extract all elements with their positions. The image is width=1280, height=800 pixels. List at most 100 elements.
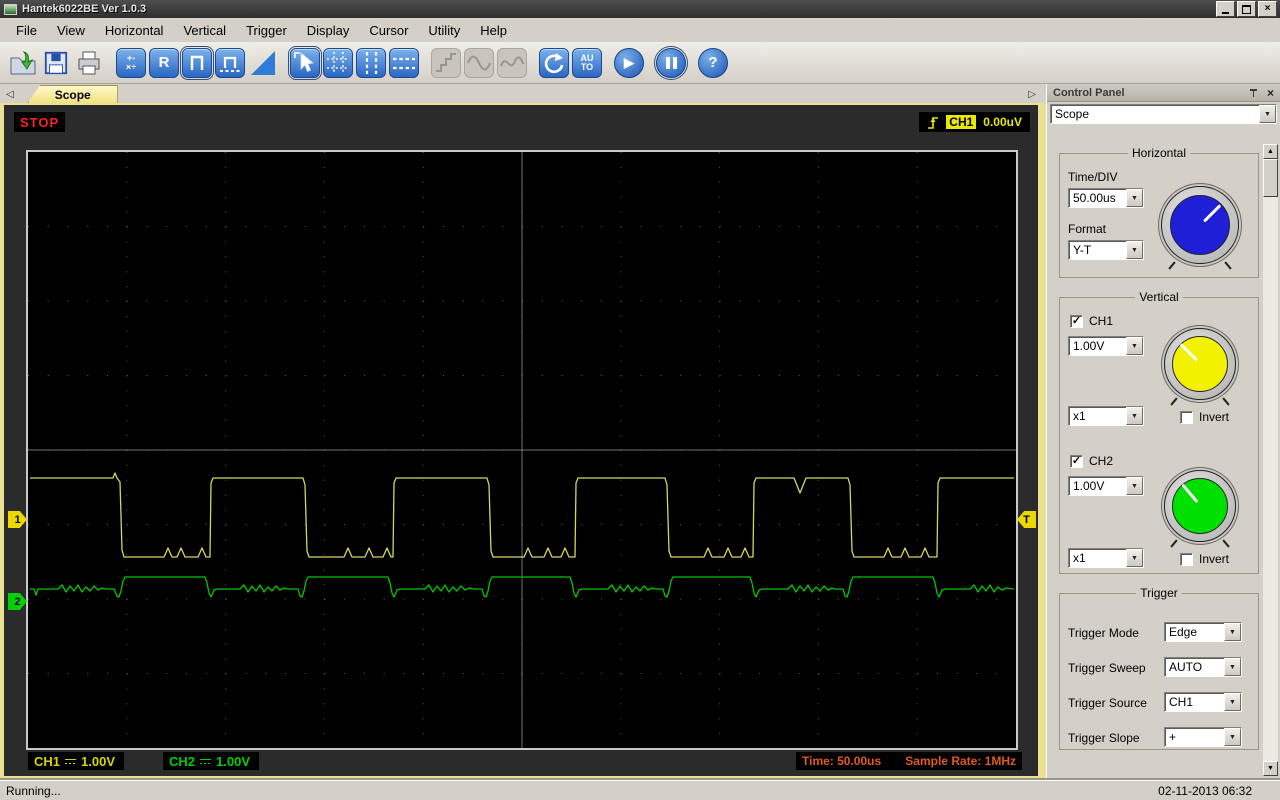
menu-item-help[interactable]: Help: [470, 20, 517, 41]
menu-item-file[interactable]: File: [6, 20, 47, 41]
checkbox-unchecked-icon[interactable]: [1180, 552, 1193, 566]
tab-scroll-right-icon[interactable]: ▷: [1028, 90, 1036, 100]
time-div-value: 50.00us: [1073, 191, 1116, 205]
chevron-down-icon[interactable]: ▼: [1224, 693, 1241, 711]
scrollbar-thumb[interactable]: [1263, 159, 1278, 197]
menu-item-utility[interactable]: Utility: [418, 20, 470, 41]
ch1-probe-dropdown[interactable]: x1 ▼: [1068, 406, 1144, 426]
step-wave-button: [431, 47, 461, 78]
restore-icon: [1242, 4, 1251, 14]
format-value: Y-T: [1073, 243, 1092, 257]
save-floppy-icon: [44, 51, 68, 74]
channel-waveform-button[interactable]: [180, 45, 214, 80]
menu-item-display[interactable]: Display: [297, 20, 360, 41]
minimize-button[interactable]: [1216, 1, 1235, 17]
chevron-down-icon[interactable]: ▼: [1126, 189, 1143, 207]
trigger-edge-icon: [928, 116, 939, 129]
ch2-volt-value: 1.00V: [1073, 479, 1105, 493]
help-icon: ?: [708, 54, 718, 71]
ch1-volts-per-div: 1.00V: [81, 753, 115, 769]
tab-scroll-left-icon[interactable]: ◁: [6, 90, 14, 100]
reference-button[interactable]: R: [149, 47, 179, 78]
ch1-volt-dropdown[interactable]: 1.00V ▼: [1068, 336, 1144, 356]
refresh-button[interactable]: [539, 47, 569, 78]
cross-cursor-button[interactable]: [323, 47, 353, 78]
trigger-sweep-dropdown[interactable]: AUTO ▼: [1164, 657, 1242, 677]
math-button[interactable]: +- ×÷: [116, 47, 146, 78]
menu-item-view[interactable]: View: [47, 20, 95, 41]
restore-button[interactable]: [1237, 1, 1256, 17]
start-button[interactable]: ▶: [614, 47, 644, 78]
chevron-down-icon[interactable]: ▼: [1224, 623, 1241, 641]
ch2-position-marker[interactable]: 2: [8, 593, 27, 610]
ch2-volt-dropdown[interactable]: 1.00V ▼: [1068, 476, 1144, 496]
ch1-enable-checkbox[interactable]: ✓ CH1: [1070, 314, 1113, 328]
menu-item-horizontal[interactable]: Horizontal: [95, 20, 174, 41]
step-wave-icon: [436, 52, 456, 72]
menu-item-trigger[interactable]: Trigger: [236, 20, 297, 41]
trigger-slope-label: Trigger Slope: [1068, 731, 1140, 745]
menu-item-cursor[interactable]: Cursor: [359, 20, 418, 41]
panel-close-button[interactable]: ×: [1267, 87, 1274, 99]
ch1-scale-readout: CH1 1.00V: [28, 752, 124, 770]
chevron-down-icon[interactable]: ▼: [1126, 549, 1143, 567]
pin-icon[interactable]: [1249, 88, 1259, 98]
reference-waveform-button[interactable]: [215, 47, 245, 78]
checkbox-checked-icon[interactable]: ✓: [1070, 454, 1083, 468]
scroll-up-icon[interactable]: ▲: [1263, 144, 1278, 159]
horizontal-cursors-button[interactable]: [389, 47, 419, 78]
time-div-label: Time/DIV: [1068, 170, 1118, 184]
trigger-mode-dropdown[interactable]: Edge ▼: [1164, 622, 1242, 642]
chevron-down-icon[interactable]: ▼: [1126, 407, 1143, 425]
cursor-button[interactable]: [288, 45, 322, 80]
ch2-invert-checkbox[interactable]: Invert: [1180, 552, 1229, 566]
pulse-wave-dashed-icon: [220, 56, 240, 72]
chevron-down-icon[interactable]: ▼: [1224, 658, 1241, 676]
ch1-invert-checkbox[interactable]: Invert: [1180, 410, 1229, 424]
ch1-volt-value: 1.00V: [1073, 339, 1105, 353]
acquisition-status-badge[interactable]: STOP: [14, 112, 66, 132]
scope-display[interactable]: [26, 150, 1018, 750]
print-button[interactable]: [74, 48, 104, 78]
pause-button[interactable]: [654, 45, 688, 80]
arrow-cursor-icon: [294, 51, 314, 72]
panel-selector-dropdown[interactable]: Scope ▼: [1050, 104, 1277, 124]
chevron-down-icon[interactable]: ▼: [1126, 337, 1143, 355]
chevron-down-icon[interactable]: ▼: [1259, 105, 1276, 123]
tab-scope[interactable]: Scope: [27, 85, 118, 103]
menu-item-vertical[interactable]: Vertical: [173, 20, 236, 41]
time-div-dropdown[interactable]: 50.00us ▼: [1068, 188, 1144, 208]
trigger-source-dropdown[interactable]: CH1 ▼: [1164, 692, 1242, 712]
ch1-position-knob[interactable]: [1164, 328, 1236, 400]
help-button[interactable]: ?: [698, 47, 728, 78]
control-panel-titlebar: Control Panel ×: [1047, 84, 1280, 102]
datetime-text: 02-11-2013 06:32: [1158, 784, 1252, 798]
checkbox-unchecked-icon[interactable]: [1180, 410, 1193, 424]
format-dropdown[interactable]: Y-T ▼: [1068, 240, 1144, 260]
checkbox-checked-icon[interactable]: ✓: [1070, 314, 1083, 328]
chevron-down-icon[interactable]: ▼: [1224, 728, 1241, 746]
scope-page: STOP CH1 0.00uV 1 2 T CH1 1.00V CH2 1.00…: [0, 103, 1046, 780]
ch2-position-knob[interactable]: [1164, 470, 1236, 542]
scroll-down-icon[interactable]: ▼: [1263, 761, 1278, 776]
horizontal-knob[interactable]: [1161, 186, 1239, 264]
trigger-mode-label: Trigger Mode: [1068, 626, 1139, 640]
ch2-enable-checkbox[interactable]: ✓ CH2: [1070, 454, 1113, 468]
ch1-position-marker[interactable]: 1: [8, 511, 27, 528]
chevron-down-icon[interactable]: ▼: [1126, 241, 1143, 259]
vertical-legend: Vertical: [1139, 290, 1179, 304]
close-button[interactable]: ×: [1258, 1, 1277, 17]
chevron-down-icon[interactable]: ▼: [1126, 477, 1143, 495]
trigger-level-marker[interactable]: T: [1017, 511, 1036, 528]
ch2-probe-dropdown[interactable]: x1 ▼: [1068, 548, 1144, 568]
save-button[interactable]: [41, 48, 71, 78]
panel-scrollbar[interactable]: ▲ ▼: [1263, 144, 1278, 776]
auto-set-button[interactable]: AU TO: [572, 47, 602, 78]
open-button[interactable]: [8, 48, 38, 78]
pulse-wave-icon: [190, 55, 204, 70]
trigger-slope-dropdown[interactable]: + ▼: [1164, 727, 1242, 747]
ramp-button[interactable]: [248, 48, 278, 78]
vertical-cursors-button[interactable]: [356, 47, 386, 78]
pause-icon: [665, 56, 677, 69]
graticule-grid: [28, 152, 1016, 748]
